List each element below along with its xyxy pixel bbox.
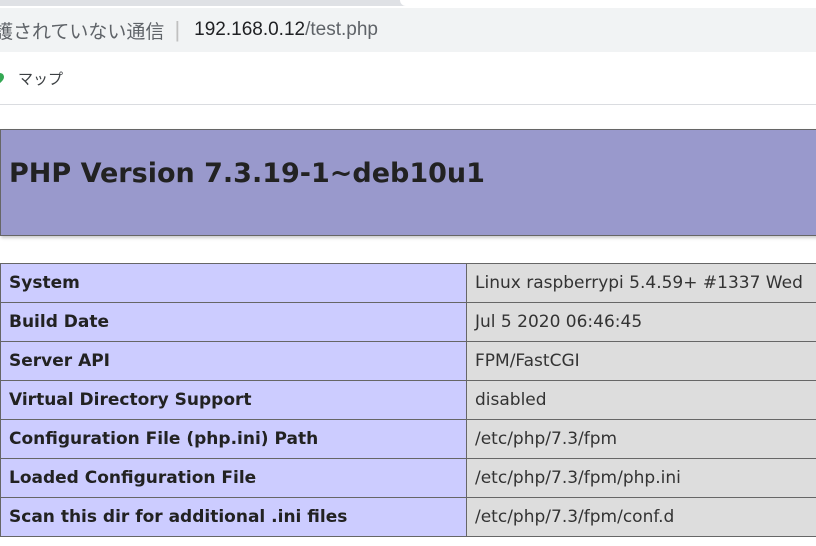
table-row: Build Date Jul 5 2020 06:46:45: [0, 302, 816, 342]
address-separator: |: [174, 17, 181, 42]
php-info-table: System Linux raspberrypi 5.4.59+ #1337 We…: [0, 263, 816, 537]
row-value: /etc/php/7.3/fpm: [466, 419, 816, 459]
table-row: Server API FPM/FastCGI: [0, 341, 816, 381]
row-key: Scan this dir for additional .ini files: [0, 497, 467, 537]
table-row: Virtual Directory Support disabled: [0, 380, 816, 420]
php-version-title: PHP Version 7.3.19-1~deb10u1: [9, 158, 485, 189]
row-key: System: [0, 263, 467, 303]
row-value: /etc/php/7.3/fpm/conf.d: [466, 497, 816, 537]
active-tab[interactable]: [400, 0, 816, 6]
php-version-header: PHP Version 7.3.19-1~deb10u1: [0, 129, 816, 236]
table-row: Configuration File (php.ini) Path/etc/ph…: [0, 419, 816, 459]
map-pin-icon: [0, 73, 4, 83]
bookmarks-bar: マップ: [0, 52, 816, 105]
table-row: System Linux raspberrypi 5.4.59+ #1337 We…: [0, 263, 816, 303]
address-bar[interactable]: 護されていない通信 | 192.168.0.12 /test.php: [0, 8, 816, 52]
row-value: disabled: [466, 380, 816, 420]
row-value: /etc/php/7.3/fpm/php.ini: [466, 458, 816, 498]
row-value: FPM/FastCGI: [466, 341, 816, 381]
page-content: PHP Version 7.3.19-1~deb10u1 System Linux…: [0, 105, 816, 546]
row-value: Jul 5 2020 06:46:45: [466, 302, 816, 342]
row-key: Virtual Directory Support: [0, 380, 467, 420]
url-host[interactable]: 192.168.0.12: [194, 19, 305, 41]
bookmark-maps[interactable]: マップ: [0, 68, 63, 89]
table-row: Loaded Configuration File/etc/php/7.3/fp…: [0, 458, 816, 498]
table-row: Scan this dir for additional .ini files /…: [0, 497, 816, 537]
row-value: Linux raspberrypi 5.4.59+ #1337 Wed: [466, 263, 816, 303]
tab-strip: [0, 0, 816, 6]
url-path[interactable]: /test.php: [305, 19, 378, 41]
row-key: Build Date: [0, 302, 467, 342]
bookmark-label: マップ: [18, 70, 64, 88]
row-key: Loaded Configuration File: [0, 458, 467, 498]
security-status-label[interactable]: 護されていない通信: [0, 17, 164, 44]
row-key: Configuration File (php.ini) Path: [0, 419, 467, 459]
row-key: Server API: [0, 341, 467, 381]
